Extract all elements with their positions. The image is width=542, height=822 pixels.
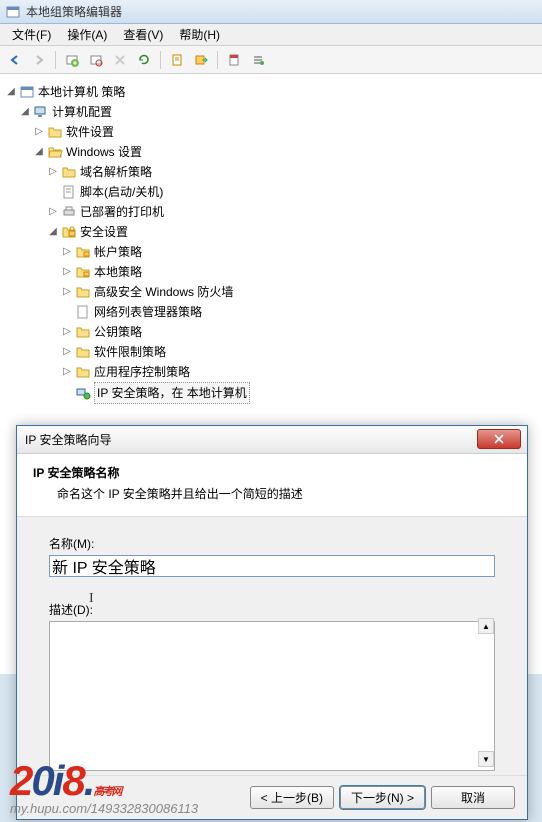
- expand-icon[interactable]: ▷: [46, 202, 60, 222]
- app-icon: [6, 5, 20, 19]
- tree-softres[interactable]: 软件限制策略: [94, 342, 166, 362]
- computer-icon: [33, 104, 49, 120]
- collapse-icon[interactable]: ◢: [46, 222, 60, 242]
- folder-icon: [47, 124, 63, 140]
- desc-label: 描述(D):: [49, 601, 495, 618]
- dialog-header: IP 安全策略名称 命名这个 IP 安全策略并且给出一个简短的描述: [17, 454, 527, 517]
- menu-bar: 文件(F) 操作(A) 查看(V) 帮助(H): [0, 24, 542, 46]
- ipsec-icon: [75, 385, 91, 401]
- name-input[interactable]: 新 IP 安全策略: [49, 555, 495, 577]
- scroll-up-icon[interactable]: ▲: [478, 618, 494, 634]
- menu-view[interactable]: 查看(V): [115, 24, 171, 45]
- menu-help[interactable]: 帮助(H): [171, 24, 228, 45]
- dialog-subheading: 命名这个 IP 安全策略并且给出一个简短的描述: [57, 485, 511, 502]
- script-icon: [61, 184, 77, 200]
- next-button[interactable]: 下一步(N) >: [340, 786, 425, 809]
- folder-open-icon: [47, 144, 63, 160]
- toolbar: [0, 46, 542, 74]
- dialog-title: IP 安全策略向导: [25, 431, 111, 448]
- name-label: 名称(M):: [49, 535, 495, 552]
- tree-security[interactable]: 安全设置: [80, 222, 128, 242]
- tree-scripts[interactable]: 脚本(启动/关机): [80, 182, 163, 202]
- expand-icon[interactable]: ▷: [32, 122, 46, 142]
- collapse-icon[interactable]: ◢: [4, 82, 18, 102]
- folder-icon: [75, 344, 91, 360]
- firewall-icon: [75, 284, 91, 300]
- tree-windows[interactable]: Windows 设置: [66, 142, 142, 162]
- delete-icon: [109, 49, 131, 71]
- expand-icon[interactable]: ▷: [60, 282, 74, 302]
- tree-ipsec[interactable]: IP 安全策略，在 本地计算机: [94, 382, 250, 404]
- window-title: 本地组策略编辑器: [26, 3, 122, 20]
- tree-root[interactable]: 本地计算机 策略: [38, 82, 125, 102]
- dialog-heading: IP 安全策略名称: [33, 464, 511, 481]
- expand-icon[interactable]: ▷: [60, 342, 74, 362]
- watermark-year: 20i8.高考网: [10, 757, 198, 805]
- forward-icon: [28, 49, 50, 71]
- menu-file[interactable]: 文件(F): [4, 24, 59, 45]
- tree-local[interactable]: 本地策略: [94, 262, 142, 282]
- printer-icon: [61, 204, 77, 220]
- title-bar: 本地组策略编辑器: [0, 0, 542, 24]
- folder-lock-icon: [75, 264, 91, 280]
- tree-pubkey[interactable]: 公钥策略: [94, 322, 142, 342]
- tree-computer-config[interactable]: 计算机配置: [52, 102, 112, 122]
- tree-netlist[interactable]: 网络列表管理器策略: [94, 302, 202, 322]
- folder-lock-icon: [75, 244, 91, 260]
- folder-icon: [75, 364, 91, 380]
- description-input[interactable]: [49, 621, 495, 771]
- filter-icon[interactable]: [223, 49, 245, 71]
- close-button[interactable]: [477, 429, 521, 449]
- name-value: 新 IP 安全策略: [52, 554, 156, 578]
- expand-icon[interactable]: ▷: [60, 322, 74, 342]
- folder-icon: [61, 164, 77, 180]
- add-icon[interactable]: [61, 49, 83, 71]
- tree-dns[interactable]: 域名解析策略: [80, 162, 152, 182]
- tree-appctrl[interactable]: 应用程序控制策略: [94, 362, 190, 382]
- menu-action[interactable]: 操作(A): [59, 24, 115, 45]
- export-icon[interactable]: [190, 49, 212, 71]
- properties-icon[interactable]: [166, 49, 188, 71]
- tree-printers[interactable]: 已部署的打印机: [80, 202, 164, 222]
- back-button[interactable]: < 上一步(B): [250, 786, 334, 809]
- policy-icon: [19, 84, 35, 100]
- back-icon[interactable]: [4, 49, 26, 71]
- text-cursor-icon: I: [89, 591, 94, 606]
- expand-icon[interactable]: ▷: [46, 162, 60, 182]
- list-icon[interactable]: [247, 49, 269, 71]
- find-icon[interactable]: [85, 49, 107, 71]
- scroll-down-icon[interactable]: ▼: [478, 751, 494, 767]
- tree-software[interactable]: 软件设置: [66, 122, 114, 142]
- folder-icon: [75, 324, 91, 340]
- collapse-icon[interactable]: ◢: [18, 102, 32, 122]
- expand-icon[interactable]: ▷: [60, 242, 74, 262]
- tree-firewall[interactable]: 高级安全 Windows 防火墙: [94, 282, 233, 302]
- network-icon: [75, 304, 91, 320]
- refresh-icon[interactable]: [133, 49, 155, 71]
- cancel-button[interactable]: 取消: [431, 786, 515, 809]
- tree-account[interactable]: 帐户策略: [94, 242, 142, 262]
- dialog-body: 名称(M): 新 IP 安全策略 I 描述(D): ▲ ▼: [17, 517, 527, 775]
- collapse-icon[interactable]: ◢: [32, 142, 46, 162]
- expand-icon[interactable]: ▷: [60, 362, 74, 382]
- dialog-title-bar[interactable]: IP 安全策略向导: [17, 426, 527, 454]
- security-icon: [61, 224, 77, 240]
- watermark: 20i8.高考网 my.hupu.com/14933283​0086113: [10, 757, 198, 816]
- watermark-url: my.hupu.com/14933283​0086113: [10, 801, 198, 816]
- expand-icon[interactable]: ▷: [60, 262, 74, 282]
